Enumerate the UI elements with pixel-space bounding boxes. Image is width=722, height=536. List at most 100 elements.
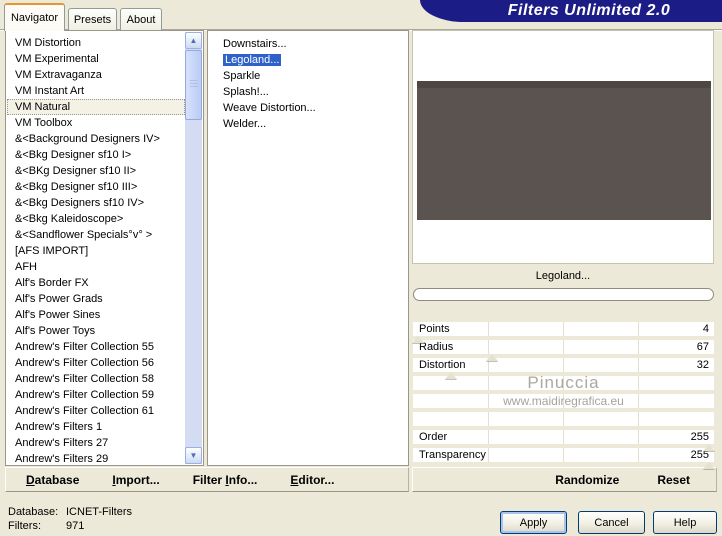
scrollbar-grip-icon	[190, 80, 198, 87]
title-banner: Filters Unlimited 2.0	[420, 0, 722, 22]
slider-value: 32	[696, 359, 709, 371]
category-item[interactable]: &<Bkg Designer sf10 III>	[7, 179, 185, 195]
scroll-up-icon[interactable]: ▲	[185, 32, 202, 49]
slider-thumb-icon[interactable]	[703, 444, 716, 451]
tab-about[interactable]: About	[120, 8, 162, 30]
scrollbar-thumb[interactable]	[185, 50, 202, 120]
category-item[interactable]: &<Bkg Kaleidoscope>	[7, 211, 185, 227]
category-item[interactable]: Andrew's Filters 27	[7, 435, 185, 451]
status-database-value: ICNET-Filters	[66, 506, 132, 518]
toolbar-button-randomize[interactable]: Randomize	[555, 473, 619, 487]
slider-row-order[interactable]: Order 255	[413, 430, 716, 451]
category-item[interactable]: Andrew's Filters 1	[7, 419, 185, 435]
cancel-button[interactable]: Cancel	[578, 511, 645, 534]
category-item[interactable]: &<Bkg Designers sf10 IV>	[7, 195, 185, 211]
slider-row-radius[interactable]: Radius 67	[413, 340, 714, 361]
current-filter-name-label: Legoland...	[535, 270, 591, 282]
toolbar-right: Randomize Reset	[412, 467, 717, 492]
tab-presets-label: Presets	[73, 13, 112, 26]
cancel-button-label: Cancel	[594, 516, 629, 529]
status-filters-label: Filters:	[8, 520, 41, 532]
category-item[interactable]: VM Toolbox	[7, 115, 185, 131]
progress-bar	[413, 288, 714, 301]
toolbar-button-filter-info---[interactable]: Filter Info...	[193, 473, 258, 487]
category-item[interactable]: Andrew's Filter Collection 59	[7, 387, 185, 403]
tab-about-label: About	[126, 13, 156, 26]
slider-row-transparency[interactable]: Transparency 255	[413, 448, 716, 469]
category-item[interactable]: AFH	[7, 259, 185, 275]
slider-label: Order	[419, 431, 448, 443]
apply-button[interactable]: Apply	[500, 511, 567, 534]
category-item[interactable]: [AFS IMPORT]	[7, 243, 185, 259]
watermark-name: Pinuccia	[413, 373, 714, 392]
app-title: Filters Unlimited 2.0	[507, 2, 671, 19]
filters-unlimited-dialog: Navigator Presets About Filters Unlimite…	[0, 0, 722, 536]
filter-item[interactable]: Welder...	[209, 116, 407, 132]
watermark-name-text: Pinuccia	[527, 373, 600, 392]
category-item[interactable]: Alf's Power Grads	[7, 291, 185, 307]
tab-presets[interactable]: Presets	[68, 8, 117, 30]
preview-box	[412, 30, 714, 264]
category-list-panel: VM Distortion VM Experimental VM Extravaga…	[5, 30, 204, 466]
category-item[interactable]: Andrew's Filter Collection 56	[7, 355, 185, 371]
status-filters-row: Filters: 971	[8, 520, 84, 532]
tab-navigator-label: Navigator	[10, 12, 59, 24]
category-item[interactable]: VM Extravaganza	[7, 67, 185, 83]
slider-value: 255	[690, 431, 709, 443]
filter-item[interactable]: Splash!...	[209, 84, 407, 100]
category-item[interactable]: VM Experimental	[7, 51, 185, 67]
category-item[interactable]: &<BKg Designer sf10 II>	[7, 163, 185, 179]
toolbar-button-editor---[interactable]: Editor...	[290, 473, 334, 487]
tab-navigator[interactable]: Navigator	[4, 3, 65, 31]
category-item[interactable]: Alf's Border FX	[7, 275, 185, 291]
filter-list-items: Downstairs... Legoland... Sparkle Splash!..…	[209, 32, 407, 464]
filter-item[interactable]: Sparkle	[209, 68, 407, 84]
scroll-down-icon[interactable]: ▼	[185, 447, 202, 464]
slider-thumb-icon[interactable]	[703, 462, 716, 469]
watermark-url-text: www.maidiregrafica.eu	[503, 394, 624, 408]
category-item[interactable]: Andrew's Filter Collection 61	[7, 403, 185, 419]
help-button[interactable]: Help	[653, 511, 717, 534]
filter-item[interactable]: Weave Distortion...	[209, 100, 407, 116]
slider-value: 4	[702, 323, 709, 335]
slider-label: Distortion	[419, 359, 466, 371]
category-item[interactable]: &<Sandflower Specials°v° >	[7, 227, 185, 243]
toolbar-button-database[interactable]: Database	[26, 473, 79, 487]
slider-value: 67	[696, 341, 709, 353]
category-item[interactable]: VM Natural	[7, 99, 185, 115]
category-scrollbar[interactable]: ▲ ▼	[185, 32, 202, 464]
slider-thumb-icon[interactable]	[411, 336, 424, 343]
slider-thumb-icon[interactable]	[486, 354, 499, 361]
slider-label: Transparency	[419, 449, 486, 461]
toolbar-button-reset[interactable]: Reset	[657, 473, 690, 487]
slider-row-distortion[interactable]: Distortion 32	[413, 358, 714, 379]
filter-list-panel: Downstairs... Legoland... Sparkle Splash!..…	[207, 30, 409, 466]
status-database-row: Database: ICNET-Filters	[8, 506, 132, 518]
toolbar-left: Database Import... Filter Info... Editor...	[5, 467, 409, 492]
current-filter-name: Legoland...	[412, 266, 714, 286]
category-item[interactable]: Andrew's Filters 29	[7, 451, 185, 464]
slider-row-points[interactable]: Points 4	[411, 322, 714, 343]
category-item[interactable]: &<Background Designers IV>	[7, 131, 185, 147]
category-item[interactable]: Andrew's Filter Collection 55	[7, 339, 185, 355]
empty-row	[413, 412, 714, 426]
filter-item[interactable]: Downstairs...	[209, 36, 407, 52]
category-list-items: VM Distortion VM Experimental VM Extravaga…	[7, 32, 185, 464]
slider-thumb-icon[interactable]	[444, 372, 457, 379]
watermark-url: www.maidiregrafica.eu	[413, 394, 714, 408]
toolbar-button-import---[interactable]: Import...	[112, 473, 159, 487]
category-item[interactable]: Alf's Power Toys	[7, 323, 185, 339]
status-filters-value: 971	[66, 520, 85, 532]
category-item[interactable]: &<Bkg Designer sf10 I>	[7, 147, 185, 163]
help-button-label: Help	[673, 516, 697, 529]
preview-image	[417, 81, 711, 220]
apply-button-label: Apply	[519, 516, 548, 529]
slider-label: Radius	[419, 341, 454, 353]
category-item[interactable]: VM Distortion	[7, 35, 185, 51]
category-item[interactable]: Alf's Power Sines	[7, 307, 185, 323]
category-item[interactable]: Andrew's Filter Collection 58	[7, 371, 185, 387]
category-item[interactable]: VM Instant Art	[7, 83, 185, 99]
parameter-rows: Points 4 Radius 67 Distortion 32 Pinuccia www.m…	[411, 322, 716, 469]
status-database-label: Database:	[8, 506, 59, 518]
filter-item[interactable]: Legoland...	[209, 52, 407, 68]
